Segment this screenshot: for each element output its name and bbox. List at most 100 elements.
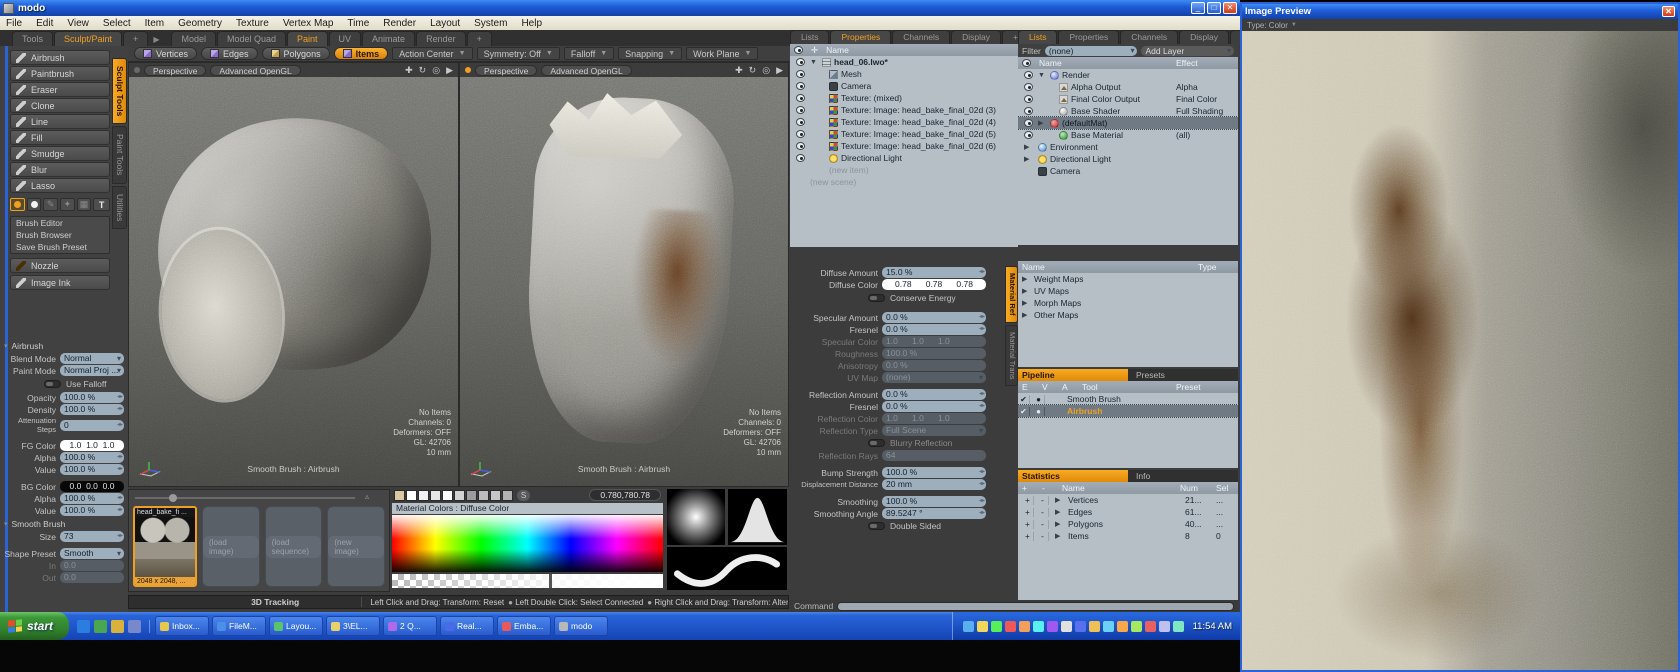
maximize-button[interactable]: □ [1207,2,1221,14]
filter-select[interactable]: (none) [1045,46,1138,56]
eye-icon[interactable] [1024,83,1033,91]
paint-tool-button[interactable]: Blur [10,162,110,177]
eye-icon[interactable] [796,130,805,138]
tray-icon[interactable] [1173,621,1184,632]
expand-icon[interactable]: ▶ [1024,143,1033,151]
eye-icon[interactable] [1024,95,1033,103]
brush-link[interactable]: Save Brush Preset [11,241,109,253]
viewport-shading-tab[interactable]: Advanced OpenGL [541,65,631,76]
thumbnail-size-slider[interactable]: ▵ [135,494,355,502]
menu-item[interactable]: Texture [236,18,269,29]
airbrush-group-header[interactable]: Airbrush [4,341,124,351]
item-row-texture[interactable]: Texture: Image: head_bake_final_02d (5) [790,128,1018,140]
edges-mode-button[interactable]: Edges [201,47,258,60]
paint-tool-button[interactable]: Eraser [10,82,110,97]
item-row-texture[interactable]: Texture: Image: head_bake_final_02d (6) [790,140,1018,152]
brush-falloff-preview[interactable] [667,489,725,545]
pipeline-row-smooth-brush[interactable]: ✔ ● Smooth Brush [1018,393,1238,405]
quick-launch-icon[interactable] [111,620,124,633]
work-plane-dropdown[interactable]: Work Plane▼ [686,47,758,60]
close-button[interactable]: ✕ [1662,6,1675,17]
tab-lists[interactable]: Lists [790,30,829,44]
eye-icon[interactable] [796,58,805,66]
tab-pipeline[interactable]: Pipeline [1018,369,1128,381]
hard-tip-button[interactable] [27,198,42,211]
quick-launch-icon[interactable] [94,620,107,633]
expand-icon[interactable]: ▶ [1052,508,1061,516]
tab-statistics[interactable]: Statistics [1018,470,1128,482]
viewport-right[interactable]: Perspective Advanced OpenGL ✚ ↻ ◎ ▶ No I… [459,62,789,487]
quick-launch-icon[interactable] [128,620,141,633]
color-swatch[interactable] [430,490,441,501]
statistics-row[interactable]: + - ▶ Items 8 0 [1018,530,1238,542]
color-swatch[interactable] [502,490,513,501]
sidebar-vertical-tab[interactable]: Sculpt Tools [112,58,127,124]
expand-icon[interactable]: ▶ [1052,532,1061,540]
smoothing-angle-field[interactable]: 89.5247 ° [882,508,986,519]
tab-info[interactable]: Info [1128,470,1158,482]
zoom-icon[interactable]: ◎ [762,65,770,76]
tray-icon[interactable] [1089,621,1100,632]
shader-row-environment[interactable]: ▶Environment [1018,141,1238,153]
vertices-mode-button[interactable]: Vertices [134,47,197,60]
conserve-energy-toggle[interactable] [868,294,885,302]
items-mode-button[interactable]: Items [334,47,389,60]
zoom-icon[interactable]: ◎ [432,65,440,76]
add-icon[interactable]: + [1022,496,1034,505]
falloff-dropdown[interactable]: Falloff▼ [564,47,614,60]
layout-tab-uv[interactable]: UV [329,31,362,46]
brush-link[interactable]: Brush Editor [11,217,109,229]
color-swatch[interactable] [478,490,489,501]
clock[interactable]: 11:54 AM [1193,621,1232,632]
shader-row-base-material[interactable]: Base Material(all) [1018,129,1238,141]
brush-profile-preview[interactable] [728,489,787,545]
item-row-scene[interactable]: ▼head_06.lwo* [790,56,1018,68]
item-row-camera[interactable]: Camera [790,80,1018,92]
eye-icon[interactable] [796,82,805,90]
specular-amount-field[interactable]: 0.0 % [882,312,986,323]
task-button[interactable]: Real... [440,616,494,636]
pan-icon[interactable]: ✚ [735,65,743,76]
layout-tab-animate[interactable]: Animate [362,31,415,46]
size-field[interactable]: 73 [60,531,124,542]
menu-item[interactable]: Vertex Map [283,18,334,29]
tab-presets[interactable]: Presets [1128,369,1173,381]
minimize-button[interactable]: _ [1191,2,1205,14]
shader-row-render[interactable]: ▼Render [1018,69,1238,81]
preview-texture-image[interactable] [1242,31,1678,670]
fg-value-field[interactable]: 100.0 % [60,464,124,475]
map-list-row[interactable]: ▶ Morph Maps [1018,297,1238,309]
layout-tab-model[interactable]: Model [171,31,216,46]
eye-icon[interactable] [1024,107,1033,115]
alpha-handle[interactable] [549,574,552,588]
eye-icon[interactable] [1024,131,1033,139]
eye-icon[interactable] [796,94,805,102]
expand-icon[interactable]: ▼ [810,59,819,66]
item-row-light[interactable]: Directional Light [790,152,1018,164]
statistics-row[interactable]: + - ▶ Edges 61... ... [1018,506,1238,518]
enabled-check-icon[interactable]: ✔ [1018,395,1030,404]
tab-properties[interactable]: Properties [1058,30,1119,44]
viewport-menu-icon[interactable]: ▶ [776,65,783,76]
rotate-icon[interactable]: ↻ [749,65,757,76]
task-button[interactable]: Inbox... [155,616,209,636]
tab-scroll-arrow-icon[interactable]: ▶ [149,33,163,46]
paint-tool-button[interactable]: Paintbrush [10,66,110,81]
eye-icon[interactable] [796,118,805,126]
paint-tool-button[interactable]: Line [10,114,110,129]
item-row-texture[interactable]: Texture: (mixed) [790,92,1018,104]
load-image-card[interactable]: (load image) [202,506,260,587]
task-button[interactable]: FileM... [212,616,266,636]
task-button[interactable]: modo [554,616,608,636]
tray-icon[interactable] [1131,621,1142,632]
remove-icon[interactable]: - [1037,508,1049,517]
alpha-gradient-strip[interactable] [392,574,663,588]
tab-channels[interactable]: Channels [892,30,950,44]
bg-color-field[interactable]: 0.0 0.0 0.0 [60,481,124,492]
task-button[interactable]: 2 Q... [383,616,437,636]
add-layer-button[interactable]: Add Layer [1141,46,1234,56]
expand-icon[interactable]: ▶ [1052,496,1061,504]
specular-fresnel-field[interactable]: 0.0 % [882,324,986,335]
brush-link[interactable]: Brush Browser [11,229,109,241]
paint-tool-button[interactable]: Fill [10,130,110,145]
